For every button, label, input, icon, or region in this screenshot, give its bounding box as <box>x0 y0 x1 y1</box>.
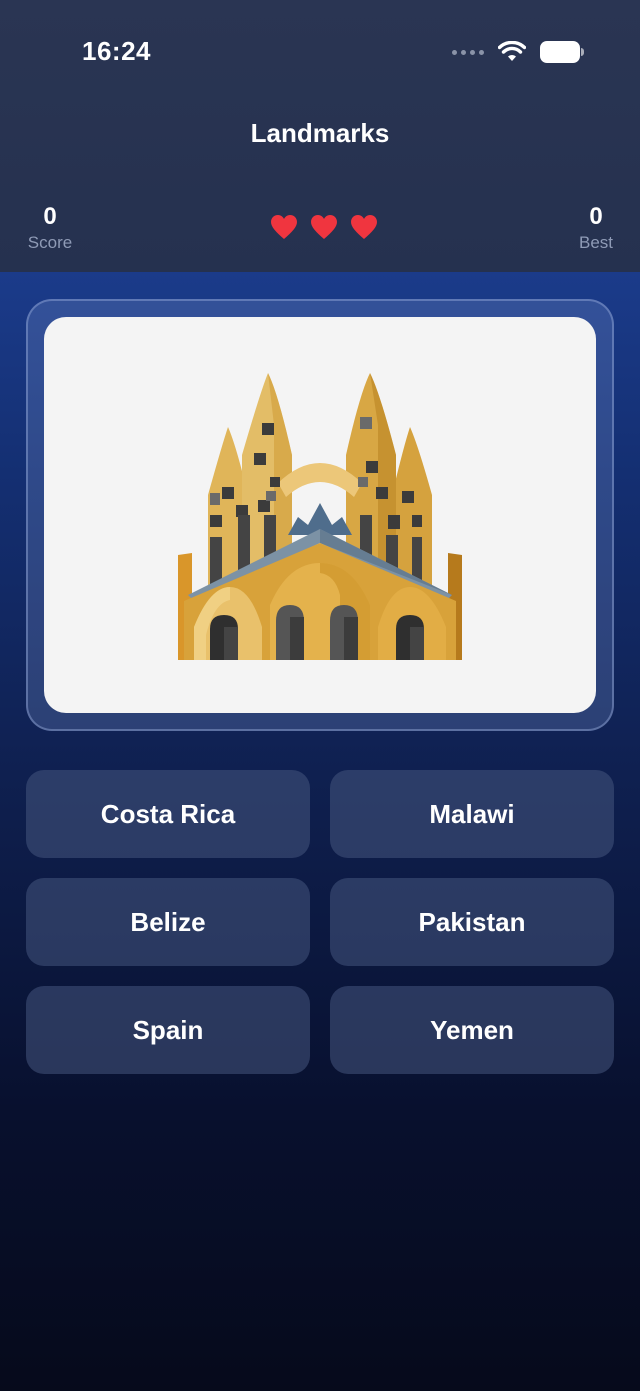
status-icons <box>452 40 584 64</box>
question-card <box>44 317 596 713</box>
score-value: 0 <box>43 203 57 230</box>
status-time: 16:24 <box>82 36 151 66</box>
lives-indicator <box>270 214 378 244</box>
best-value: 0 <box>589 203 603 230</box>
wifi-icon <box>498 41 526 61</box>
best-display: 0 Best <box>546 202 640 254</box>
answer-button-spain[interactable]: Spain <box>26 986 310 1074</box>
answer-button-belize[interactable]: Belize <box>26 878 310 966</box>
score-label: Score <box>27 233 73 252</box>
page-title: Landmarks <box>250 118 390 148</box>
battery-icon <box>540 41 584 63</box>
answer-button-costa-rica[interactable]: Costa Rica <box>26 770 310 858</box>
heart-icon <box>271 215 297 239</box>
answer-button-pakistan[interactable]: Pakistan <box>330 878 614 966</box>
answer-button-yemen[interactable]: Yemen <box>330 986 614 1074</box>
answer-button-malawi[interactable]: Malawi <box>330 770 614 858</box>
heart-icon <box>351 215 377 239</box>
score-display: 0 Score <box>0 202 100 254</box>
best-label: Best <box>578 233 614 252</box>
cellular-signal-icon <box>452 49 484 55</box>
heart-icon <box>311 215 337 239</box>
sagrada-familia-icon <box>178 373 462 660</box>
